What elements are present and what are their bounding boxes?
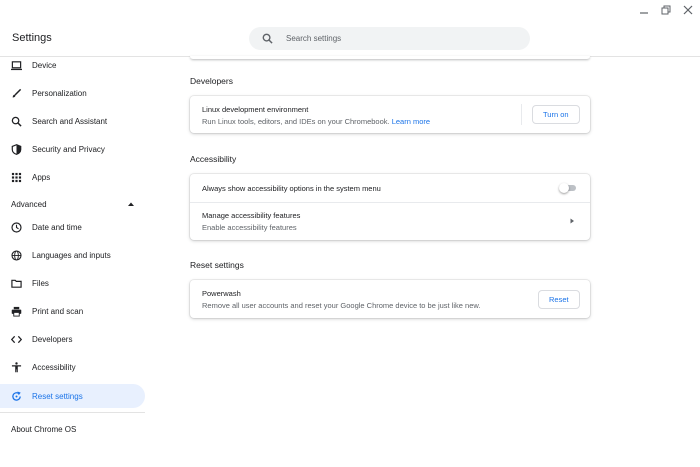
powerwash-row: Powerwash Remove all user accounts and r… xyxy=(190,280,590,318)
sidebar-item-label: Print and scan xyxy=(32,306,84,316)
window-controls xyxy=(636,2,696,18)
search-icon xyxy=(262,33,273,44)
sidebar-item-accessibility[interactable]: Accessibility xyxy=(0,355,145,379)
reset-icon xyxy=(11,391,22,402)
accessibility-icon xyxy=(11,361,22,373)
section-title-accessibility: Accessibility xyxy=(190,154,237,164)
caret-up-icon xyxy=(128,201,134,207)
sidebar-item-developers[interactable]: Developers xyxy=(0,327,145,351)
sidebar-advanced-label: Advanced xyxy=(11,199,47,209)
turn-on-button[interactable]: Turn on xyxy=(532,105,580,124)
close-icon[interactable] xyxy=(680,2,696,18)
powerwash-description: Remove all user accounts and reset your … xyxy=(202,301,481,310)
printer-icon xyxy=(11,306,22,317)
manage-a11y-row[interactable]: Manage accessibility features Enable acc… xyxy=(190,202,590,240)
sidebar-item-files[interactable]: Files xyxy=(0,271,145,295)
sidebar-item-label: Files xyxy=(32,278,49,288)
minimize-icon[interactable] xyxy=(636,2,652,18)
sidebar-item-label: Reset settings xyxy=(32,391,83,401)
toggle-knob xyxy=(559,183,569,193)
sidebar-item-reset-settings[interactable]: Reset settings xyxy=(0,384,145,408)
search-bar[interactable] xyxy=(249,27,530,50)
sidebar-advanced-toggle[interactable]: Advanced xyxy=(0,194,145,214)
chevron-right-icon xyxy=(569,218,575,224)
manage-a11y-description: Enable accessibility features xyxy=(202,223,297,232)
sidebar-divider xyxy=(0,412,145,413)
folder-icon xyxy=(11,278,22,289)
powerwash-title: Powerwash xyxy=(202,289,241,298)
reset-button[interactable]: Reset xyxy=(538,290,580,309)
always-show-a11y-toggle[interactable] xyxy=(559,183,577,193)
sidebar-item-search-assistant[interactable]: Search and Assistant xyxy=(0,109,145,133)
sidebar-item-label: Accessibility xyxy=(32,362,76,372)
sidebar-item-label: Apps xyxy=(32,172,51,182)
sidebar-item-print-scan[interactable]: Print and scan xyxy=(0,299,145,323)
globe-icon xyxy=(11,249,22,261)
learn-more-link[interactable]: Learn more xyxy=(392,117,430,126)
sidebar-item-label: Search and Assistant xyxy=(32,116,108,126)
sidebar-item-languages-inputs[interactable]: Languages and inputs xyxy=(0,243,145,267)
reset-card: Powerwash Remove all user accounts and r… xyxy=(190,280,590,318)
search-icon xyxy=(11,116,22,127)
sidebar-item-date-time[interactable]: Date and time xyxy=(0,215,145,239)
sidebar-item-label: Device xyxy=(32,60,57,70)
app-title: Settings xyxy=(12,32,52,44)
section-title-developers: Developers xyxy=(190,76,233,86)
sidebar-item-label: Personalization xyxy=(32,88,87,98)
laptop-icon xyxy=(11,60,22,71)
accessibility-card: Always show accessibility options in the… xyxy=(190,174,590,240)
restore-icon[interactable] xyxy=(658,2,674,18)
row-separator xyxy=(521,104,522,125)
section-title-reset: Reset settings xyxy=(190,260,244,270)
sidebar-item-label: Developers xyxy=(32,334,73,344)
sidebar-item-label: Security and Privacy xyxy=(32,144,105,154)
linux-dev-description: Run Linux tools, editors, and IDEs on yo… xyxy=(202,117,430,126)
previous-card-edge xyxy=(190,56,590,59)
linux-dev-title: Linux development environment xyxy=(202,105,309,114)
shield-icon xyxy=(11,143,22,155)
always-show-a11y-label: Always show accessibility options in the… xyxy=(202,184,381,193)
apps-grid-icon xyxy=(11,172,22,183)
code-icon xyxy=(11,334,22,345)
linux-dev-description-text: Run Linux tools, editors, and IDEs on yo… xyxy=(202,117,390,126)
sidebar-item-security-privacy[interactable]: Security and Privacy xyxy=(0,137,145,161)
manage-a11y-title: Manage accessibility features xyxy=(202,211,301,220)
always-show-a11y-row[interactable]: Always show accessibility options in the… xyxy=(190,174,590,202)
clock-icon xyxy=(11,221,22,233)
search-input[interactable] xyxy=(286,34,506,43)
sidebar-item-device[interactable]: Device xyxy=(0,53,145,77)
brush-icon xyxy=(11,88,22,99)
linux-dev-row: Linux development environment Run Linux … xyxy=(190,96,590,133)
sidebar-item-personalization[interactable]: Personalization xyxy=(0,81,145,105)
sidebar-item-about[interactable]: About Chrome OS xyxy=(11,425,76,434)
sidebar-item-label: Languages and inputs xyxy=(32,250,111,260)
developers-card: Linux development environment Run Linux … xyxy=(190,96,590,133)
sidebar-item-apps[interactable]: Apps xyxy=(0,165,145,189)
sidebar-item-label: Date and time xyxy=(32,222,82,232)
